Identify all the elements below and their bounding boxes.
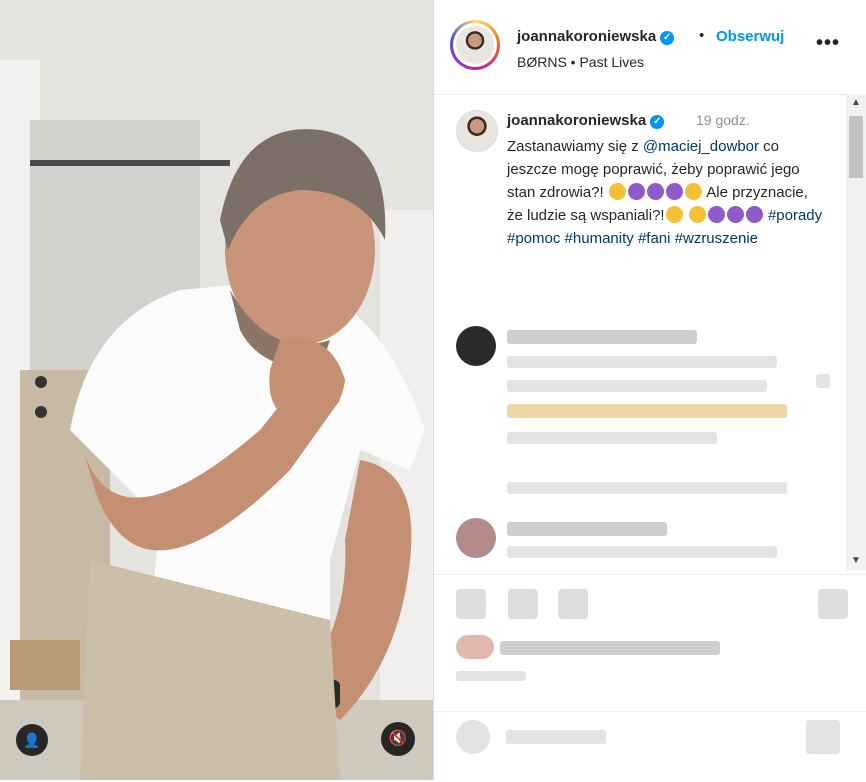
save-icon[interactable]	[818, 589, 848, 619]
comments-area[interactable]: joannakoroniewska ✓ 19 godz. Zastanawiamy…	[434, 94, 866, 574]
blurred-comment	[507, 404, 787, 418]
likes-count[interactable]	[500, 641, 720, 655]
blurred-comment	[507, 546, 777, 558]
post-video[interactable]: 👤 🔇	[0, 0, 433, 780]
mute-toggle-button[interactable]: 🔇	[381, 722, 415, 756]
scroll-thumb[interactable]	[849, 116, 863, 178]
comment-avatar[interactable]	[456, 518, 496, 558]
likes-avatars[interactable]	[456, 635, 494, 659]
view-replies[interactable]	[507, 482, 787, 494]
person-emoji	[627, 183, 645, 200]
caption-avatar[interactable]	[456, 110, 498, 152]
tagged-user-icon[interactable]: 👤	[16, 724, 48, 756]
scroll-up-arrow[interactable]: ▲	[846, 94, 866, 112]
post-date	[456, 671, 526, 681]
story-ring[interactable]	[450, 20, 500, 70]
blurred-comment	[507, 432, 717, 444]
comment-icon[interactable]	[508, 589, 538, 619]
post-side-panel: joannakoroniewska ✓ • Obserwuj ••• BØRNS …	[433, 0, 866, 780]
share-icon[interactable]	[558, 589, 588, 619]
person-emoji	[707, 206, 725, 223]
caption-username[interactable]: joannakoroniewska ✓	[507, 112, 665, 129]
caption-text: Zastanawiamy się z @maciej_dowbor co jes…	[507, 138, 823, 247]
speaker-muted-icon: 🔇	[388, 730, 408, 747]
avatar	[456, 26, 494, 64]
blurred-comment	[507, 380, 767, 392]
music-info[interactable]: BØRNS • Past Lives	[517, 54, 644, 70]
more-options-icon[interactable]: •••	[816, 32, 840, 55]
add-comment-bar	[434, 711, 866, 782]
person-emoji	[665, 183, 683, 200]
user-icon: 👤	[23, 732, 41, 748]
video-frame	[0, 0, 433, 780]
person-emoji	[646, 183, 664, 200]
mention-link[interactable]: @maciej_dowbor	[643, 138, 759, 155]
post-header: joannakoroniewska ✓ • Obserwuj ••• BØRNS …	[434, 0, 866, 95]
hashtag-link[interactable]: #pomoc	[507, 230, 560, 247]
header-username-link[interactable]: joannakoroniewska ✓	[517, 28, 675, 45]
blurred-comment	[507, 330, 697, 344]
person-emoji	[745, 206, 763, 223]
laughing-face-emoji	[688, 206, 706, 223]
blurred-comment	[507, 356, 777, 368]
hashtag-link[interactable]: #porady	[768, 207, 822, 224]
hashtag-link[interactable]: #fani	[638, 230, 671, 247]
emoji-picker-icon[interactable]	[456, 720, 490, 754]
post-time[interactable]: 19 godz.	[696, 112, 750, 128]
laughing-face-emoji	[665, 206, 683, 223]
scroll-down-arrow[interactable]: ▼	[846, 552, 866, 570]
follow-button[interactable]: Obserwuj	[716, 28, 784, 45]
confused-face-emoji	[608, 183, 626, 200]
action-bar	[434, 574, 866, 781]
verified-badge-icon: ✓	[650, 115, 665, 129]
verified-badge-icon: ✓	[660, 31, 675, 45]
like-comment-icon[interactable]	[816, 374, 830, 388]
hashtag-link[interactable]: #wzruszenie	[675, 230, 758, 247]
person-emoji	[726, 206, 744, 223]
post-comment-button[interactable]	[806, 720, 840, 754]
laughing-face-emoji	[684, 183, 702, 200]
like-icon[interactable]	[456, 589, 486, 619]
comment-input[interactable]	[506, 730, 606, 744]
comment-avatar[interactable]	[456, 326, 496, 366]
blurred-comment	[507, 522, 667, 536]
scrollbar[interactable]: ▲ ▼	[846, 94, 866, 570]
hashtag-link[interactable]: #humanity	[565, 230, 634, 247]
separator-dot: •	[699, 27, 705, 44]
